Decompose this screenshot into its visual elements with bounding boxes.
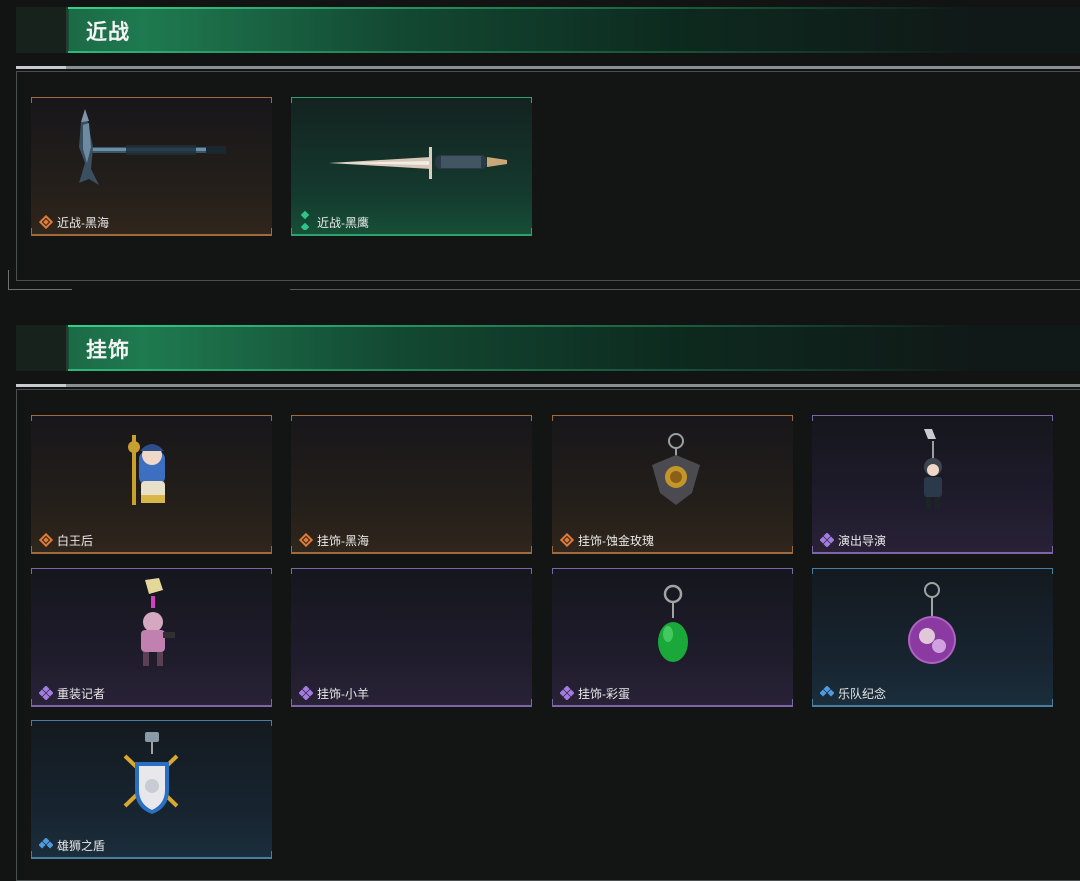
item-card-charm-7[interactable]: 挂饰-彩蛋 — [552, 568, 793, 707]
section-header-charms: 挂饰 — [16, 325, 1080, 371]
rarity-orange-icon — [299, 533, 313, 547]
item-label: 近战-黑海 — [57, 216, 109, 230]
section-title-charms: 挂饰 — [86, 338, 130, 362]
item-label: 挂饰-小羊 — [317, 687, 369, 701]
item-label: 挂饰-彩蛋 — [578, 687, 630, 701]
item-label: 重装记者 — [57, 687, 106, 701]
item-label: 演出导演 — [838, 534, 887, 548]
item-label: 挂饰-蚀金玫瑰 — [578, 534, 654, 548]
item-card-charm-8[interactable]: 乐队纪念 — [812, 568, 1053, 707]
item-label: 雄狮之盾 — [57, 839, 106, 853]
item-card-charm-6[interactable]: 挂饰-小羊 — [291, 568, 532, 707]
rarity-purple-icon — [560, 686, 574, 700]
band-badge-charm-icon — [908, 582, 956, 664]
item-label: 挂饰-黑海 — [317, 534, 369, 548]
rarity-purple-icon — [39, 686, 53, 700]
item-card-melee-2[interactable]: 近战-黑鹰 — [291, 97, 532, 236]
rose-charm-icon — [652, 433, 700, 505]
director-charm-icon — [924, 429, 942, 509]
item-card-charm-9[interactable]: 雄狮之盾 — [31, 720, 272, 859]
item-card-charm-4[interactable]: 演出导演 — [812, 415, 1053, 554]
rarity-green-icon — [300, 210, 310, 230]
item-card-charm-5[interactable]: 重装记者 — [31, 568, 272, 707]
rarity-orange-icon — [39, 215, 53, 229]
dagger-icon — [329, 147, 507, 179]
axe-icon — [79, 109, 226, 185]
queen-charm-icon — [128, 435, 165, 505]
lion-shield-charm-icon — [123, 732, 179, 814]
section-header-melee: 近战 — [16, 7, 1080, 53]
item-label: 近战-黑鹰 — [317, 216, 369, 230]
item-label: 乐队纪念 — [838, 687, 887, 701]
rarity-blue-icon — [820, 686, 834, 697]
item-card-charm-2[interactable]: 挂饰-黑海 — [291, 415, 532, 554]
item-card-melee-1[interactable]: 近战-黑海 — [31, 97, 272, 236]
item-card-charm-1[interactable]: 白王后 — [31, 415, 272, 554]
item-label: 白王后 — [57, 534, 94, 548]
section-title-melee: 近战 — [86, 20, 130, 44]
rarity-purple-icon — [299, 686, 313, 700]
rarity-orange-icon — [39, 533, 53, 547]
reporter-charm-icon — [141, 578, 175, 666]
rarity-blue-icon — [39, 838, 53, 849]
easter-egg-charm-icon — [658, 584, 688, 662]
rarity-orange-icon — [560, 533, 574, 547]
item-card-charm-3[interactable]: 挂饰-蚀金玫瑰 — [552, 415, 793, 554]
rarity-purple-icon — [820, 533, 834, 547]
